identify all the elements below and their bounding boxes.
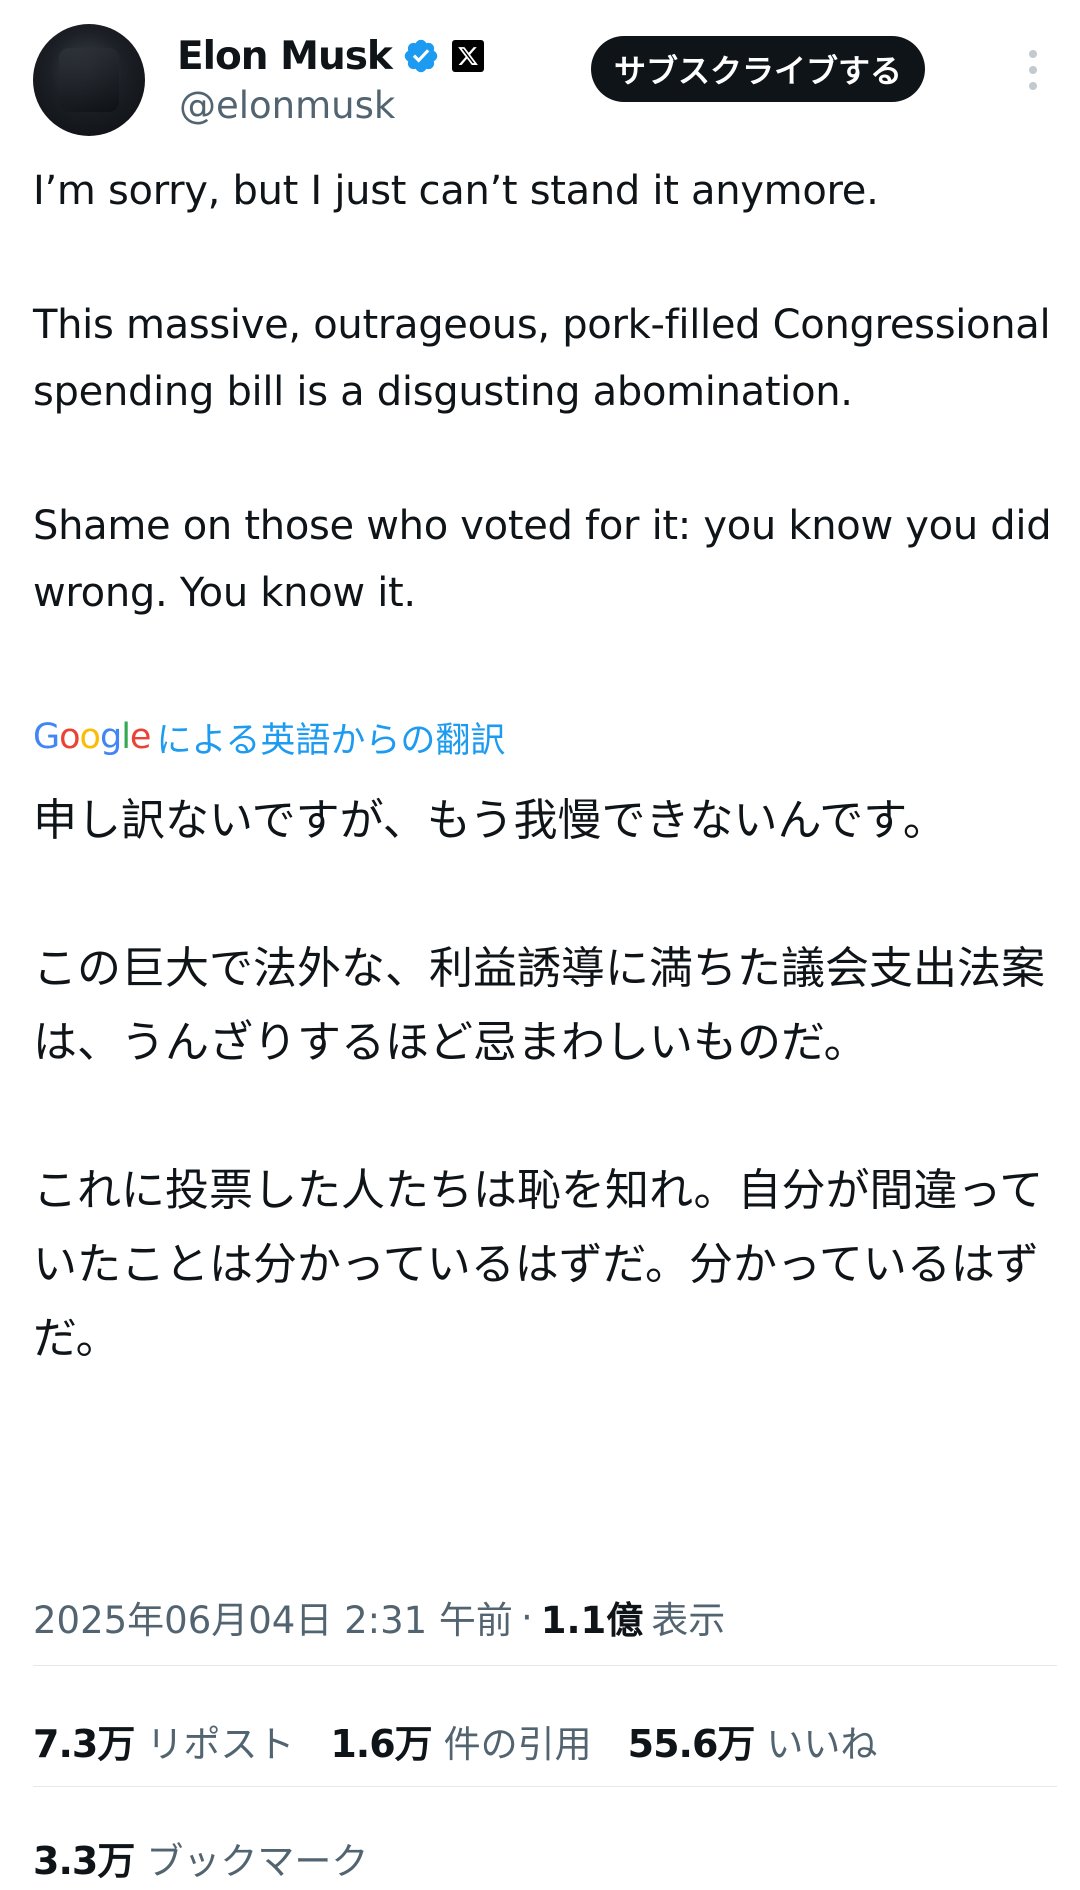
meta-separator: · [520, 1595, 533, 1639]
reposts-count: 7.3万 [33, 1721, 135, 1766]
x-logo-icon [451, 40, 484, 72]
author-name[interactable]: Elon Musk [177, 34, 393, 79]
translation-label[interactable]: による英語からの翻訳 [156, 712, 505, 763]
reposts-stat[interactable]: 7.3万 リポスト [33, 1713, 294, 1768]
likes-stat[interactable]: 55.6万 いいね [628, 1713, 878, 1768]
divider [33, 1786, 1057, 1787]
reposts-label: リポスト [146, 1722, 295, 1766]
likes-label: いいね [766, 1722, 878, 1766]
divider [33, 1665, 1057, 1666]
author-name-row: Elon Musk [177, 28, 484, 84]
quotes-count: 1.6万 [330, 1721, 432, 1766]
google-logo-icon: Google [33, 717, 151, 757]
avatar[interactable] [33, 24, 145, 136]
bookmarks-label: ブックマーク [146, 1840, 369, 1883]
bookmarks-count: 3.3万 [33, 1839, 135, 1883]
tweet-text-english: I’m sorry, but I just can’t stand it any… [33, 168, 1052, 616]
views-count: 1.1億 [540, 1599, 644, 1642]
translation-attribution[interactable]: Google による英語からの翻訳 [33, 712, 505, 762]
quotes-label: 件の引用 [443, 1722, 592, 1766]
tweet-header: Elon Musk @elonmusk サブスクライブする [33, 24, 1057, 136]
likes-count: 55.6万 [627, 1721, 756, 1766]
subscribe-button[interactable]: サブスクライブする [591, 36, 925, 102]
tweet-meta: 2025年06月04日 2:31 午前 · 1.1億 表示 [33, 1590, 725, 1644]
engagement-stats: 7.3万 リポスト 1.6万 件の引用 55.6万 いいね [33, 1710, 913, 1770]
quotes-stat[interactable]: 1.6万 件の引用 [330, 1713, 591, 1768]
verified-badge-icon [404, 39, 438, 73]
bookmarks-stat[interactable]: 3.3万 ブックマーク [33, 1830, 368, 1890]
author-handle[interactable]: @elonmusk [179, 84, 395, 127]
more-options-icon[interactable] [1019, 48, 1049, 92]
views-label: 表示 [651, 1599, 726, 1642]
timestamp[interactable]: 2025年06月04日 2:31 午前 [33, 1590, 513, 1644]
avatar-image [59, 48, 119, 112]
tweet-text-translated: 申し訳ないですが、もう我慢できないんです。 この巨大で法外な、利益誘導に満ちた議… [33, 795, 1045, 1364]
